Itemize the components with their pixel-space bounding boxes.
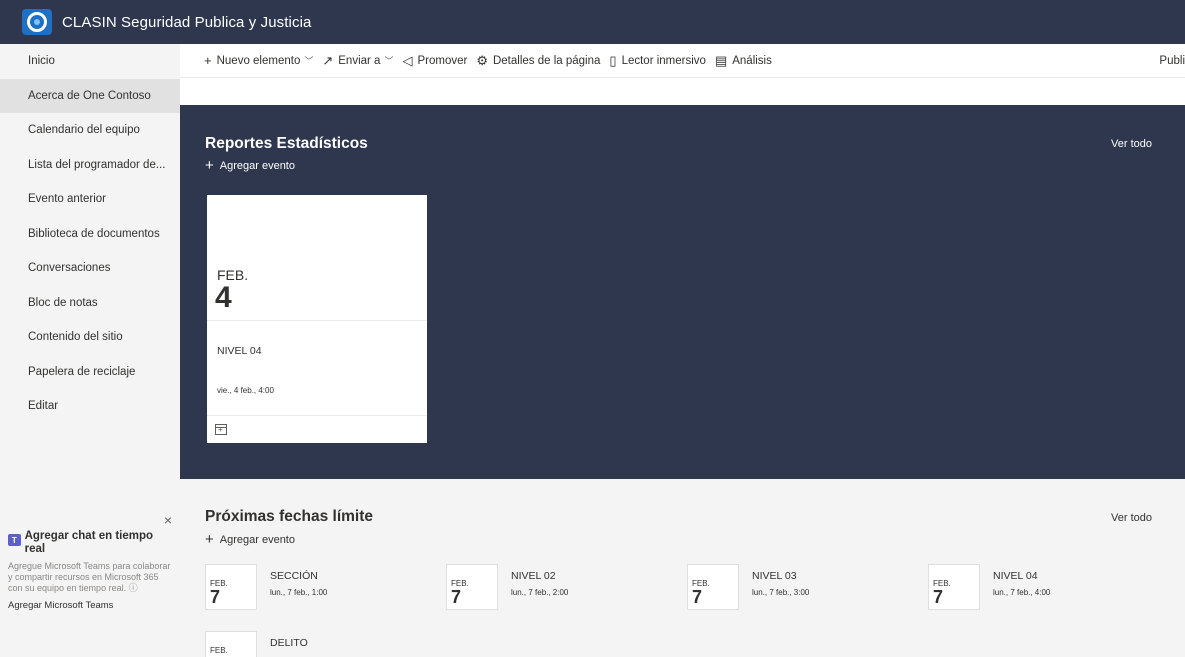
deadline-item[interactable]: FEB. DELITO: [205, 631, 435, 657]
event-day: 4: [215, 281, 232, 314]
publish-button[interactable]: Publi: [1159, 44, 1185, 78]
deadline-title[interactable]: NIVEL 04: [993, 570, 1038, 582]
date-tile: FEB. 7: [446, 564, 498, 610]
site-title[interactable]: CLASIN Seguridad Publica y Justicia: [62, 14, 311, 31]
deadline-time: lun., 7 feb., 1:00: [270, 588, 328, 597]
new-item-button[interactable]: + Nuevo elemento ﹀: [204, 53, 313, 68]
nav-item-editar[interactable]: Editar: [0, 389, 180, 424]
reports-events-section: Reportes Estadísticos + Agregar evento V…: [180, 105, 1185, 479]
analytics-icon: ▤: [714, 52, 728, 68]
analytics-button[interactable]: ▤ Análisis: [715, 53, 772, 69]
deadline-time: lun., 7 feb., 2:00: [511, 588, 569, 597]
immersive-reader-button[interactable]: ▯ Lector inmersivo: [609, 53, 706, 69]
left-navigation: Inicio Acerca de One Contoso Calendario …: [0, 44, 180, 657]
event-card[interactable]: FEB. 4 NIVEL 04 vie., 4 feb., 4:00: [207, 195, 427, 443]
event-time: vie., 4 feb., 4:00: [217, 386, 274, 395]
event-title[interactable]: NIVEL 04: [217, 345, 262, 357]
date-tile: FEB. 7: [928, 564, 980, 610]
deadline-time: lun., 7 feb., 3:00: [752, 588, 810, 597]
command-bar: + Nuevo elemento ﹀ ↗ Enviar a ﹀ ◁ Promov…: [180, 44, 1185, 78]
add-event-button[interactable]: + Agregar evento: [205, 531, 295, 548]
reports-section-title: Reportes Estadísticos: [205, 135, 368, 152]
chevron-down-icon: ﹀: [304, 56, 314, 66]
date-tile: FEB. 7: [205, 564, 257, 610]
nav-item-bloc-notas[interactable]: Bloc de notas: [0, 286, 180, 321]
suite-bar: CLASIN Seguridad Publica y Justicia: [0, 0, 1185, 44]
divider: [207, 320, 427, 321]
deadline-title[interactable]: SECCIÓN: [270, 570, 318, 582]
chevron-down-icon: ﹀: [384, 56, 394, 66]
deadlines-section-title: Próximas fechas límite: [205, 508, 373, 525]
close-icon[interactable]: ×: [164, 512, 172, 528]
nav-item-acerca-de[interactable]: Acerca de One Contoso: [0, 78, 180, 113]
add-teams-link[interactable]: Agregar Microsoft Teams: [8, 600, 172, 611]
deadline-item[interactable]: FEB. 7 NIVEL 03 lun., 7 feb., 3:00: [687, 564, 917, 610]
add-event-button[interactable]: + Agregar evento: [205, 157, 295, 174]
promote-button[interactable]: ◁ Promover: [402, 53, 467, 69]
deadline-title[interactable]: NIVEL 02: [511, 570, 556, 582]
deadline-item[interactable]: FEB. 7 SECCIÓN lun., 7 feb., 1:00: [205, 564, 435, 610]
deadline-item[interactable]: FEB. 7 NIVEL 02 lun., 7 feb., 2:00: [446, 564, 676, 610]
deadline-title[interactable]: DELITO: [270, 637, 308, 649]
teams-promo-title: Agregar chat en tiempo real: [24, 530, 154, 555]
nav-item-papelera[interactable]: Papelera de reciclaje: [0, 355, 180, 390]
deadline-item[interactable]: FEB. 7 NIVEL 04 lun., 7 feb., 4:00: [928, 564, 1158, 610]
see-all-link[interactable]: Ver todo: [1111, 512, 1152, 524]
plus-icon: +: [205, 531, 214, 548]
nav-item-calendario[interactable]: Calendario del equipo: [0, 113, 180, 148]
immersive-reader-icon: ▯: [609, 52, 617, 68]
info-icon[interactable]: ⓘ: [129, 583, 138, 593]
nav-item-biblioteca[interactable]: Biblioteca de documentos: [0, 217, 180, 252]
plus-icon: +: [204, 53, 212, 68]
gear-icon: ⚙: [476, 52, 488, 68]
teams-promo-description: Agregue Microsoft Teams para colaborar y…: [8, 561, 171, 593]
page-details-button[interactable]: ⚙ Detalles de la página: [476, 53, 600, 69]
divider: [207, 415, 427, 416]
date-tile: FEB. 7: [687, 564, 739, 610]
nav-item-contenido-sitio[interactable]: Contenido del sitio: [0, 320, 180, 355]
teams-icon: T: [8, 534, 21, 546]
nav-item-evento-anterior[interactable]: Evento anterior: [0, 182, 180, 217]
nav-item-lista-programador[interactable]: Lista del programador de...: [0, 148, 180, 183]
plus-icon: +: [205, 157, 214, 174]
deadline-title[interactable]: NIVEL 03: [752, 570, 797, 582]
share-icon: ↗: [322, 52, 334, 68]
add-to-calendar-icon[interactable]: [215, 424, 227, 435]
megaphone-icon: ◁: [402, 52, 413, 68]
site-logo-icon[interactable]: [22, 9, 52, 35]
deadline-time: lun., 7 feb., 4:00: [993, 588, 1051, 597]
nav-item-inicio[interactable]: Inicio: [0, 44, 180, 79]
nav-item-conversaciones[interactable]: Conversaciones: [0, 251, 180, 286]
teams-promo: × T Agregar chat en tiempo real Agregue …: [0, 504, 180, 611]
deadlines-section: Próximas fechas límite + Agregar evento …: [180, 479, 1185, 657]
send-to-button[interactable]: ↗ Enviar a ﹀: [322, 53, 393, 69]
date-tile: FEB.: [205, 631, 257, 657]
see-all-link[interactable]: Ver todo: [1111, 138, 1152, 150]
